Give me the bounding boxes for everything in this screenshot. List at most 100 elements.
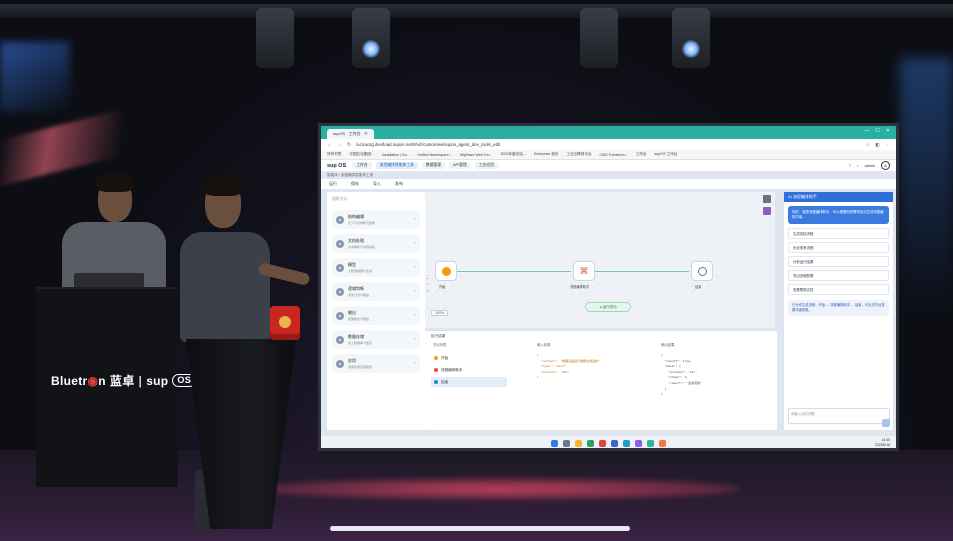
chrome-icon[interactable] — [587, 439, 594, 447]
brand-text-rest: n — [98, 373, 106, 388]
bookmark-item[interactable]: CMS Transform... — [600, 153, 628, 157]
windows-start-icon[interactable] — [551, 439, 558, 447]
result-node-row[interactable]: 结束 — [431, 377, 507, 387]
node-library-list: ● 结构编辑 定义节点参数与结构 › ● 文档处理 文本解析与内容提取 › ● 模型 大模型推理与生… — [327, 210, 425, 373]
chat-input[interactable]: 请输入你的问题 — [788, 408, 890, 424]
app-tab[interactable]: 工业应用 — [474, 162, 498, 169]
brand-separator: | — [138, 373, 143, 388]
app-icon[interactable] — [659, 439, 666, 447]
fit-icon[interactable]: □ — [426, 288, 428, 294]
reload-icon[interactable]: ↻ — [347, 142, 351, 148]
bookmark-item[interactable]: Enterprise 首页 — [534, 152, 559, 157]
workflow-node-start[interactable] — [435, 261, 457, 281]
zoom-level[interactable]: 100% — [431, 310, 449, 316]
close-icon[interactable]: ✕ — [886, 128, 890, 134]
toolbar-button[interactable]: 运行 — [329, 181, 337, 187]
node-item-title: 逻辑判断 — [348, 286, 364, 291]
close-icon[interactable]: ✕ — [364, 131, 368, 137]
bookmark-item[interactable]: 所有书签 — [327, 152, 341, 157]
edge-icon[interactable] — [623, 439, 630, 447]
back-icon[interactable]: ← — [327, 142, 332, 148]
node-item-subtitle: 调用外部应用服务 — [348, 365, 373, 369]
app-tab[interactable]: 工作台 — [352, 162, 372, 169]
node-item-title: 模型 — [348, 262, 356, 267]
user-name[interactable]: admin — [865, 164, 875, 168]
result-node-row[interactable]: 流程编排助手 — [431, 365, 507, 375]
bookmark-item[interactable]: 工作台 — [636, 152, 647, 157]
forward-icon[interactable]: → — [337, 142, 342, 148]
menu-icon[interactable]: ⋮ — [886, 142, 890, 148]
node-item-subtitle: 写入数据库与缓存 — [348, 341, 373, 345]
result-node-row[interactable]: 开始 — [431, 353, 507, 363]
app-icon[interactable] — [647, 439, 654, 447]
toolbar-button[interactable]: 保存 — [351, 181, 359, 187]
bookmark-item[interactable]: MiyBlaze Web Too... — [460, 153, 493, 157]
url-field[interactable]: lucicaorg.dev/load.supos.net/#/viz/custo… — [356, 142, 860, 147]
toolbar-button[interactable]: 发布 — [395, 181, 403, 187]
node-library-item[interactable]: ● 文档处理 文本解析与内容提取 › — [332, 234, 420, 253]
bell-icon[interactable]: ♪ — [857, 164, 859, 168]
stage-light-fixture — [352, 8, 390, 68]
node-library-item[interactable]: ● 输出 结果输出与推送 › — [332, 306, 420, 325]
bookmark-item[interactable]: 2025年度总结... — [500, 152, 525, 157]
bookmark-item[interactable]: Unified Namespace... — [417, 153, 451, 157]
app-tabs: 工作台 流程编排智能体工具 数据管理 API管理 工业应用 — [352, 162, 498, 169]
node-item-subtitle: 定义节点参数与结构 — [348, 221, 376, 225]
brand-text: Bluetr — [51, 373, 88, 388]
presenter-hair — [203, 174, 243, 196]
star-icon[interactable]: ☆ — [866, 142, 870, 148]
node-library-item[interactable]: ● 逻辑判断 条件分支与路由 › — [332, 282, 420, 301]
toolbar-button[interactable]: 导入 — [373, 181, 381, 187]
node-library-item[interactable]: ● 模型 大模型推理与生成 › — [332, 258, 420, 277]
browser-tab[interactable]: supOS · 工作台 ✕ — [327, 129, 374, 139]
bookmark-item[interactable]: supOS 工作台 — [654, 152, 677, 157]
app-tab[interactable]: API管理 — [449, 162, 471, 169]
help-icon[interactable]: ? — [849, 164, 851, 168]
chat-suggestion[interactable]: 分析运行结果 — [788, 256, 889, 267]
node-library-item[interactable]: ● 应用 调用外部应用服务 › — [332, 354, 420, 373]
chat-suggestion[interactable]: 生成巡检流程 — [788, 228, 889, 239]
app-icon[interactable] — [599, 439, 606, 447]
brand-o-mark: ◉ — [87, 373, 99, 388]
node-color-icon — [434, 380, 438, 384]
node-item-title: 文档处理 — [348, 238, 364, 243]
canvas-settings-icon[interactable] — [763, 195, 771, 203]
app-tab[interactable]: 数据管理 — [421, 162, 446, 169]
send-button[interactable] — [882, 419, 890, 427]
projection-screen: supOS · 工作台 ✕ — ☐ ✕ ← → ↻ lucicaorg.dev/l… — [318, 123, 899, 451]
node-item-text: 文档处理 文本解析与内容提取 — [348, 238, 375, 249]
workflow-node-end[interactable] — [691, 261, 713, 281]
execution-result-panel: 执行结果 节点列表 输入参数 输出结果 开始 流程编排助手 结束 { "conten… — [425, 330, 777, 430]
workflow-node-agent[interactable]: ⌘ — [573, 261, 595, 281]
clock-date: 2025/6/18 — [874, 442, 890, 447]
node-library-item[interactable]: ● 结构编辑 定义节点参数与结构 › — [332, 210, 420, 229]
node-search-input[interactable]: 搜索节点 — [332, 197, 420, 205]
editor-toolbar: 运行 保存 导入 发布 — [321, 179, 896, 189]
avatar[interactable]: A — [881, 161, 890, 170]
app-logo[interactable]: sup OS — [327, 163, 346, 169]
ai-assistant-icon[interactable] — [763, 207, 771, 215]
col-input: 输入参数 — [537, 343, 551, 347]
chat-suggestion[interactable]: 查看帮助文档 — [788, 284, 889, 295]
node-library-item[interactable]: ● 数据存储 写入数据库与缓存 › — [332, 330, 420, 349]
bookmark-item[interactable]: Installation | Sa... — [382, 153, 410, 157]
input-json: { "content": "根据设备运行数据生成巡检", "type": "te… — [537, 353, 602, 380]
minimize-icon[interactable]: — — [864, 128, 869, 134]
node-color-icon — [434, 356, 438, 360]
app-tab[interactable]: 流程编排智能体工具 — [375, 162, 418, 169]
bookmark-item[interactable]: 中国石化集团... — [349, 152, 374, 157]
node-type-icon: ● — [336, 263, 344, 272]
chat-suggestion[interactable]: 优化现有流程 — [788, 242, 889, 253]
bookmark-item[interactable]: 工业互联网平台 — [566, 152, 591, 157]
node-item-title: 应用 — [348, 358, 356, 363]
maximize-icon[interactable]: ☐ — [875, 128, 879, 134]
extension-icon[interactable]: ◧ — [875, 142, 879, 148]
word-icon[interactable] — [611, 439, 618, 447]
folder-icon[interactable] — [575, 439, 582, 447]
search-icon[interactable] — [563, 439, 570, 447]
chat-suggestion[interactable]: 导出流程配置 — [788, 270, 889, 281]
col-node-list: 节点列表 — [433, 343, 447, 347]
chevron-right-icon: › — [414, 360, 416, 365]
app-icon[interactable] — [635, 439, 642, 447]
node-item-title: 结构编辑 — [348, 214, 364, 219]
